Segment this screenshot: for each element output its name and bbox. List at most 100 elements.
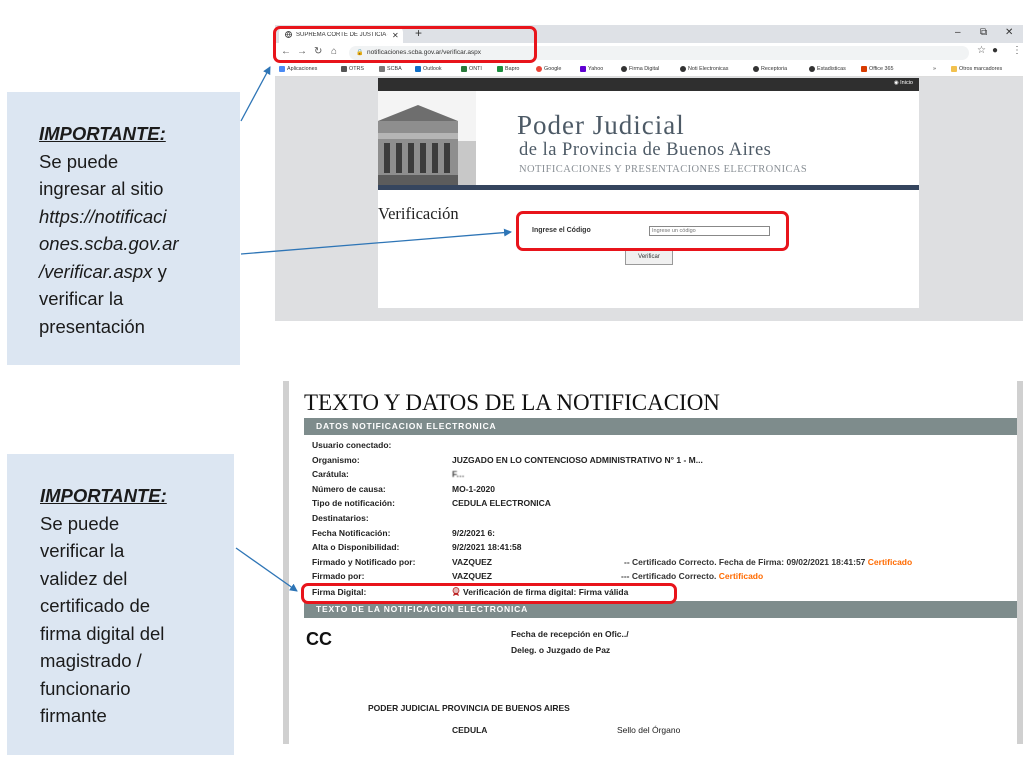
profile-icon[interactable]: ● bbox=[992, 45, 998, 56]
poder-judicial-text: PODER JUDICIAL PROVINCIA DE BUENOS AIRES bbox=[368, 703, 570, 713]
certificate-status: --- Certificado Correcto. Certificado bbox=[621, 571, 763, 583]
inicio-label: Inicio bbox=[900, 80, 913, 86]
callout-line: verificar la bbox=[39, 288, 124, 309]
bookmark-label: Firma Digital bbox=[629, 66, 660, 72]
bookmark-item[interactable]: Office 365 bbox=[861, 66, 893, 72]
outlook-icon bbox=[415, 66, 421, 72]
onti-icon bbox=[461, 66, 467, 72]
callout-line: magistrado / bbox=[40, 650, 142, 671]
office-icon bbox=[861, 66, 867, 72]
callout-line: ingresar al sitio bbox=[39, 178, 164, 199]
verify-button[interactable]: Verificar bbox=[625, 250, 673, 265]
bookmark-label: ONTI bbox=[469, 66, 482, 72]
callout-line: y bbox=[152, 260, 167, 282]
bookmark-label: Noti Electronicas bbox=[688, 66, 729, 72]
field-label: Usuario conectado: bbox=[312, 440, 392, 450]
bookmark-item[interactable]: Aplicaciones bbox=[279, 66, 317, 72]
cc-heading: CC bbox=[306, 629, 332, 649]
browser-screenshot: SUPREMA CORTE DE JUSTICIA - N ✕ + – ⧉ ✕ … bbox=[275, 25, 1023, 321]
bookmark-item[interactable]: Outlook bbox=[415, 66, 442, 72]
bookmark-item[interactable]: Yahoo bbox=[580, 66, 603, 72]
field-label: Tipo de notificación: bbox=[312, 498, 395, 508]
bookmark-item[interactable]: Otros marcadores bbox=[951, 66, 1002, 72]
more-bookmarks-icon[interactable]: » bbox=[933, 66, 936, 72]
callout-line: firma digital del bbox=[40, 622, 165, 644]
cedula-text: CEDULA bbox=[452, 725, 488, 735]
certificate-text: -- Certificado Correcto. Fecha de Firma:… bbox=[624, 557, 866, 567]
bookmark-label: SCBA bbox=[387, 66, 402, 72]
bookmark-label: Estadisticas bbox=[817, 66, 846, 72]
maximize-icon[interactable]: ⧉ bbox=[980, 27, 987, 38]
certificado-link[interactable]: Certificado bbox=[868, 557, 912, 567]
bookmark-item[interactable]: Receptoria bbox=[753, 66, 787, 72]
bookmarks-bar: Aplicaciones OTRS SCBA Outlook ONTI Bapr… bbox=[275, 63, 1023, 77]
field-value: JUZGADO EN LO CONTENCIOSO ADMINISTRATIVO… bbox=[452, 455, 703, 465]
verification-heading: Verificación bbox=[378, 204, 459, 223]
field-value: F... bbox=[452, 469, 465, 481]
notification-screenshot: TEXTO Y DATOS DE LA NOTIFICACION DATOS N… bbox=[283, 381, 1023, 744]
field-label: Organismo: bbox=[312, 455, 360, 465]
highlight-code-box bbox=[516, 211, 789, 251]
callout-verify-signature: IMPORTANTE: Se puede verificar la valide… bbox=[7, 454, 234, 755]
field-label: Carátula: bbox=[312, 469, 349, 479]
globe-icon bbox=[809, 66, 815, 72]
bookmark-item[interactable]: Firma Digital bbox=[621, 66, 659, 72]
bookmark-item[interactable]: Estadisticas bbox=[809, 66, 846, 72]
bookmark-item[interactable]: SCBA bbox=[379, 66, 402, 72]
globe-icon bbox=[621, 66, 627, 72]
yahoo-icon bbox=[580, 66, 586, 72]
callout-line: certificado de bbox=[40, 595, 151, 616]
google-icon bbox=[536, 66, 542, 72]
bookmark-item[interactable]: OTRS bbox=[341, 66, 364, 72]
callout-line: verificar la bbox=[40, 540, 125, 561]
callout-line: firmante bbox=[40, 705, 107, 726]
globe-icon bbox=[753, 66, 759, 72]
site-subtitle-2: NOTIFICACIONES Y PRESENTACIONES ELECTRON… bbox=[519, 164, 808, 175]
redacted-value: F... bbox=[452, 469, 465, 479]
field-value: 9/2/2021 18:41:58 bbox=[452, 542, 522, 552]
menu-icon[interactable]: ⋮ bbox=[1012, 45, 1022, 56]
close-window-icon[interactable]: ✕ bbox=[1005, 27, 1013, 38]
certificado-link[interactable]: Certificado bbox=[719, 571, 763, 581]
right-border bbox=[1017, 381, 1023, 744]
bookmark-label: Yahoo bbox=[588, 66, 604, 72]
site-top-bar: ◉ Inicio bbox=[378, 78, 919, 91]
minimize-icon[interactable]: – bbox=[955, 27, 961, 38]
deleg-text: Deleg. o Juzgado de Paz bbox=[511, 645, 611, 655]
otrs-icon bbox=[341, 66, 347, 72]
courthouse-image bbox=[378, 91, 476, 186]
callout-url-line: ones.scba.gov.ar bbox=[39, 233, 179, 254]
bookmark-item[interactable]: Google bbox=[536, 66, 561, 72]
site-subtitle: de la Provincia de Buenos Aires bbox=[519, 140, 772, 160]
bookmark-item[interactable]: Bapro bbox=[497, 66, 519, 72]
field-label: Firmado y Notificado por: bbox=[312, 557, 416, 567]
bookmark-label: Google bbox=[544, 66, 562, 72]
field-value: VAZQUEZ bbox=[452, 571, 492, 581]
certificate-text: --- Certificado Correcto. bbox=[621, 571, 717, 581]
callout-line: Se puede bbox=[40, 512, 120, 534]
inicio-link[interactable]: ◉ Inicio bbox=[894, 80, 913, 86]
bookmark-item[interactable]: Noti Electronicas bbox=[680, 66, 728, 72]
callout-heading: IMPORTANTE: bbox=[40, 485, 167, 506]
bookmark-label: Outlook bbox=[423, 66, 442, 72]
bookmark-label: Office 365 bbox=[869, 66, 894, 72]
apps-icon bbox=[279, 66, 285, 72]
callout-line: Se puede bbox=[39, 150, 119, 172]
callout-heading: IMPORTANTE: bbox=[39, 123, 166, 144]
left-border bbox=[283, 381, 289, 744]
bapro-icon bbox=[497, 66, 503, 72]
bookmark-item[interactable]: ONTI bbox=[461, 66, 482, 72]
field-label: Firmado por: bbox=[312, 571, 365, 581]
star-icon[interactable]: ☆ bbox=[977, 45, 986, 56]
notification-title: TEXTO Y DATOS DE LA NOTIFICACION bbox=[304, 390, 720, 415]
field-label: Destinatarios: bbox=[312, 513, 369, 523]
scba-icon bbox=[379, 66, 385, 72]
callout-url-line: /verificar.aspx bbox=[39, 260, 153, 282]
field-label: Alta o Disponibilidad: bbox=[312, 542, 400, 552]
callout-line: validez del bbox=[40, 567, 128, 589]
highlight-signature-box bbox=[301, 583, 677, 604]
field-value: CEDULA ELECTRONICA bbox=[452, 498, 551, 508]
recepcion-text: Fecha de recepción en Ofic../ bbox=[511, 629, 629, 639]
section-header-datos: DATOS NOTIFICACION ELECTRONICA bbox=[304, 418, 1017, 435]
field-value: MO-1-2020 bbox=[452, 484, 495, 494]
